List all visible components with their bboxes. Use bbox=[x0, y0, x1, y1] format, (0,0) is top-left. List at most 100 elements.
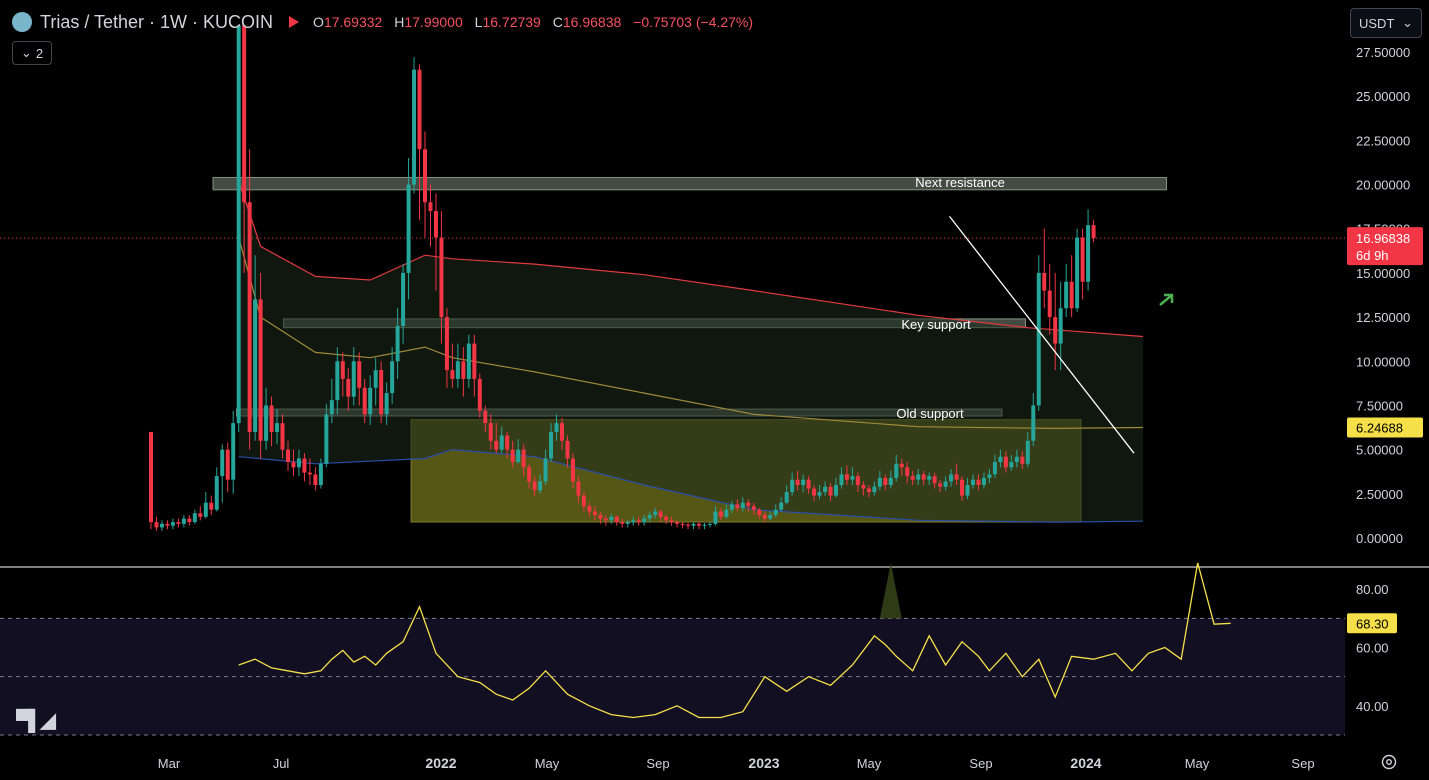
zone-next-resistance bbox=[212, 176, 1167, 191]
candle-body bbox=[866, 488, 871, 493]
time-tick-label: May bbox=[857, 756, 882, 771]
candle-body bbox=[735, 504, 740, 508]
time-axis: Mar Jul 2022 May Sep 2023 May Sep 2024 May Sep bbox=[158, 755, 1315, 771]
candle-body bbox=[647, 515, 652, 519]
candle-body bbox=[450, 370, 455, 379]
candle-body bbox=[1020, 456, 1025, 464]
candle-body bbox=[949, 474, 954, 482]
annotation-label: Next resistance bbox=[915, 175, 1005, 190]
time-tick-label: Sep bbox=[646, 756, 669, 771]
candle-body bbox=[576, 481, 581, 496]
candle-body bbox=[998, 456, 1003, 463]
candle-body bbox=[790, 479, 795, 493]
candle-body bbox=[927, 476, 932, 480]
candle-body bbox=[965, 484, 970, 496]
flag-icon[interactable] bbox=[287, 15, 301, 29]
candle-body bbox=[916, 474, 921, 480]
candle-body bbox=[264, 405, 269, 441]
candle-body bbox=[149, 431, 153, 523]
bar-countdown: 6d 9h bbox=[1356, 248, 1389, 263]
candle-body bbox=[855, 476, 860, 485]
change-value: −0.75703 (−4.27%) bbox=[633, 14, 754, 30]
candle-body bbox=[395, 325, 400, 362]
candle-body bbox=[1042, 272, 1047, 291]
price-tick-label: 25.00000 bbox=[1356, 89, 1410, 104]
candle-body bbox=[707, 523, 712, 525]
currency-label: USDT bbox=[1359, 15, 1395, 31]
candle-body bbox=[225, 449, 230, 480]
candle-body bbox=[538, 481, 543, 491]
candle-body bbox=[1080, 237, 1085, 282]
candle-body bbox=[938, 483, 943, 487]
candle-body bbox=[686, 524, 691, 526]
chevron-down-icon: ⌄ bbox=[20, 45, 32, 60]
candle-body bbox=[499, 435, 504, 450]
candle-body bbox=[718, 511, 723, 517]
candle-body bbox=[850, 476, 855, 480]
candle-body bbox=[1014, 456, 1019, 463]
time-tick-label: Sep bbox=[1291, 756, 1314, 771]
chevron-down-icon: ⌄ bbox=[1402, 15, 1413, 30]
price-tick-label: 20.00000 bbox=[1356, 178, 1410, 193]
candle-body bbox=[724, 509, 729, 517]
candle-body bbox=[346, 378, 351, 397]
candle-body bbox=[466, 343, 471, 379]
settings-gear-icon[interactable] bbox=[1380, 753, 1398, 771]
rsi-overbought-fill bbox=[879, 562, 902, 619]
candle-body bbox=[165, 523, 170, 526]
candle-body bbox=[581, 495, 586, 507]
candle-body bbox=[839, 474, 844, 485]
price-tick-label: 2.50000 bbox=[1356, 487, 1403, 502]
candle-body bbox=[313, 474, 318, 485]
candle-body bbox=[543, 458, 548, 482]
candle-body bbox=[554, 423, 559, 432]
candle-body bbox=[488, 423, 493, 441]
candle-body bbox=[253, 299, 258, 432]
candle-body bbox=[286, 449, 290, 463]
candle-body bbox=[209, 502, 214, 510]
candle-body bbox=[231, 423, 236, 480]
chart-canvas[interactable]: Next resistance Key support Old support 0.0… bbox=[0, 0, 1429, 780]
candle-body bbox=[587, 506, 592, 512]
candle-body bbox=[976, 479, 981, 485]
time-tick-label: Sep bbox=[969, 756, 992, 771]
candle-body bbox=[817, 492, 822, 496]
candle-body bbox=[823, 486, 828, 493]
candle-body bbox=[883, 477, 888, 485]
candle-body bbox=[1091, 225, 1096, 239]
high-label: H bbox=[394, 14, 405, 30]
price-tick-label: 10.00000 bbox=[1356, 354, 1410, 369]
candle-body bbox=[625, 522, 630, 524]
candle-body bbox=[170, 522, 175, 526]
currency-select[interactable]: USDT ⌄ bbox=[1350, 8, 1422, 38]
candle-body bbox=[702, 524, 707, 526]
candle-body bbox=[154, 522, 159, 528]
candle-body bbox=[762, 515, 767, 519]
open-value: 17.69332 bbox=[323, 14, 383, 30]
candle-body bbox=[549, 431, 554, 459]
candle-body bbox=[340, 361, 345, 379]
candle-body bbox=[844, 474, 849, 480]
candle-body bbox=[220, 449, 225, 477]
candle-body bbox=[477, 378, 482, 411]
candle-body bbox=[960, 479, 965, 496]
candle-body bbox=[423, 149, 427, 203]
candle-body bbox=[428, 202, 433, 212]
candle-body bbox=[620, 522, 625, 524]
tradingview-logo-icon[interactable]: ▀▌◢ bbox=[16, 708, 56, 733]
candle-body bbox=[329, 400, 334, 415]
time-tick-label: May bbox=[1185, 756, 1210, 771]
candle-body bbox=[1009, 462, 1014, 468]
candle-body bbox=[505, 435, 510, 450]
candle-body bbox=[894, 463, 899, 478]
price-tick-label: 0.00000 bbox=[1356, 531, 1403, 546]
candle-body bbox=[658, 511, 663, 517]
candle-body bbox=[242, 25, 247, 203]
symbol-title[interactable]: Trias / Tether · 1W · KUCOIN bbox=[40, 12, 273, 33]
indicators-toggle-button[interactable]: ⌄ 2 bbox=[12, 41, 52, 65]
candle-body bbox=[899, 463, 904, 468]
time-tick-label: 2023 bbox=[748, 755, 779, 771]
candle-body bbox=[746, 502, 751, 507]
candle-body bbox=[828, 486, 833, 496]
time-tick-label: 2022 bbox=[425, 755, 456, 771]
